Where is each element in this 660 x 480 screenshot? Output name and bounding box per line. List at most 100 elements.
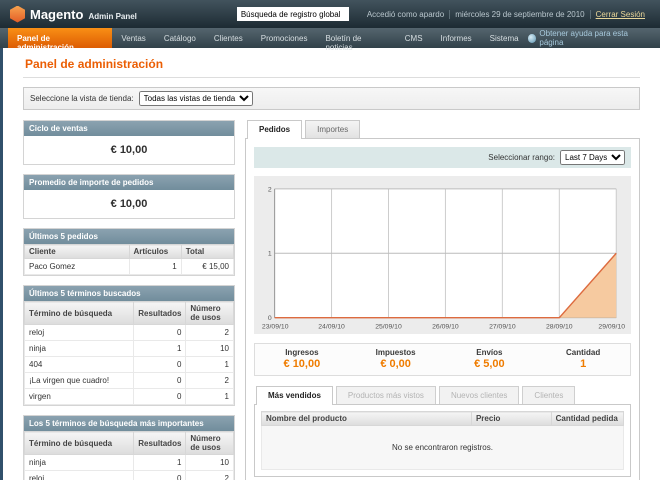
nav-item-clientes[interactable]: Clientes: [205, 28, 252, 48]
column-header: Total: [181, 245, 233, 259]
svg-text:26/09/10: 26/09/10: [432, 323, 459, 330]
table-cell: 2: [186, 373, 234, 389]
orders-area-chart: 01223/09/1024/09/1025/09/1026/09/1027/09…: [259, 183, 626, 331]
column-header: Resultados: [134, 302, 186, 325]
tab-nuevos-clientes[interactable]: Nuevos clientes: [439, 386, 519, 404]
sales-widget-title: Ciclo de ventas: [24, 121, 234, 136]
table-cell: ¡La virgen que cuadro!: [25, 373, 134, 389]
empty-row: No se encontraron registros.: [262, 426, 624, 470]
last-search-terms-title: Últimos 5 términos buscados: [24, 286, 234, 301]
magento-admin-window: Magento Admin Panel Accedió como apardo …: [0, 0, 660, 480]
top-search-terms-widget: Los 5 términos de búsqueda más important…: [23, 415, 235, 480]
last-orders-title: Últimos 5 pedidos: [24, 229, 234, 244]
help-link[interactable]: Obtener ayuda para esta página: [528, 29, 652, 47]
nav-item-catalogo[interactable]: Catálogo: [155, 28, 205, 48]
global-search-input[interactable]: [237, 7, 349, 21]
stat-envios: Envíos € 5,00: [443, 348, 537, 370]
totals-bar: Ingresos € 10,00 Impuestos € 0,00 Envíos…: [254, 343, 631, 376]
stat-cantidad: Cantidad 1: [536, 348, 630, 370]
table-cell: 1: [186, 389, 234, 405]
column-header: Término de búsqueda: [25, 432, 134, 455]
products-tabs: Más vendidos Productos más vistos Nuevos…: [254, 386, 631, 404]
stat-impuestos: Impuestos € 0,00: [349, 348, 443, 370]
tab-productos-mas-vistos[interactable]: Productos más vistos: [336, 386, 436, 404]
svg-text:0: 0: [268, 315, 272, 322]
table-cell: 2: [186, 325, 234, 341]
nav-item-boletin-de-noticias[interactable]: Boletín de noticias: [316, 28, 395, 48]
table-cell: reloj: [25, 325, 134, 341]
table-cell: 1: [134, 455, 186, 471]
table-row[interactable]: ninja110: [25, 455, 234, 471]
column-header: Cantidad pedida: [551, 412, 623, 426]
svg-text:29/09/10: 29/09/10: [598, 323, 625, 330]
average-order-widget: Promedio de importe de pedidos € 10,00: [23, 174, 235, 219]
tab-mas-vendidos[interactable]: Más vendidos: [256, 386, 333, 405]
last-orders-widget: Últimos 5 pedidos ClienteArtículosTotalP…: [23, 228, 235, 276]
svg-text:2: 2: [268, 186, 272, 193]
brand-suffix: Admin Panel: [88, 12, 136, 21]
logged-in-as: Accedió como apardo: [362, 10, 449, 19]
nav-item-panel-de-administracion[interactable]: Panel de administración: [8, 28, 112, 48]
table-row[interactable]: reloj02: [25, 325, 234, 341]
table-cell: 0: [134, 325, 186, 341]
stat-ingresos: Ingresos € 10,00: [255, 348, 349, 370]
top-search-terms-title: Los 5 términos de búsqueda más important…: [24, 416, 234, 431]
range-select[interactable]: Last 7 Days: [560, 150, 625, 165]
column-header: Precio: [471, 412, 551, 426]
table-cell: virgen: [25, 389, 134, 405]
column-header: Nombre del producto: [262, 412, 472, 426]
column-header: Resultados: [134, 432, 186, 455]
last-search-terms-table: Término de búsquedaResultadosNúmero de u…: [24, 301, 234, 405]
dashboard-sidebar: Ciclo de ventas € 10,00 Promedio de impo…: [23, 120, 235, 480]
column-header: Artículos: [129, 245, 181, 259]
table-cell: € 15,00: [181, 259, 233, 275]
store-view-select[interactable]: Todas las vistas de tienda: [139, 91, 253, 106]
dashboard-main-panel: Pedidos Importes Seleccionar rango: Last…: [245, 120, 640, 480]
column-header: Número de usos: [186, 302, 234, 325]
svg-text:1: 1: [268, 251, 272, 258]
table-row[interactable]: Paco Gomez1€ 15,00: [25, 259, 234, 275]
top-bar: Magento Admin Panel Accedió como apardo …: [0, 0, 660, 28]
empty-message: No se encontraron registros.: [262, 426, 624, 470]
table-cell: ninja: [25, 455, 134, 471]
chart-tabs: Pedidos Importes: [245, 120, 640, 138]
table-cell: 10: [186, 341, 234, 357]
nav-item-promociones[interactable]: Promociones: [252, 28, 317, 48]
table-cell: 10: [186, 455, 234, 471]
nav-item-ventas[interactable]: Ventas: [112, 28, 154, 48]
page-title: Panel de administración: [25, 57, 638, 71]
table-cell: 0: [134, 373, 186, 389]
title-divider: [23, 77, 640, 78]
nav-item-cms[interactable]: CMS: [396, 28, 432, 48]
nav-item-sistema[interactable]: Sistema: [481, 28, 528, 48]
table-row[interactable]: reloj02: [25, 471, 234, 480]
svg-text:23/09/10: 23/09/10: [262, 323, 289, 330]
nav-item-informes[interactable]: Informes: [432, 28, 481, 48]
logout-link[interactable]: Cerrar Sesión: [596, 10, 645, 19]
column-header: Cliente: [25, 245, 130, 259]
tab-clientes[interactable]: Clientes: [522, 386, 575, 404]
brand-name: Magento: [30, 7, 83, 22]
table-cell: 2: [186, 471, 234, 480]
table-row[interactable]: ¡La virgen que cuadro!02: [25, 373, 234, 389]
products-table: Nombre del productoPrecioCantidad pedida…: [261, 411, 624, 470]
range-label: Seleccionar rango:: [488, 153, 555, 162]
magento-logo-icon: [10, 6, 25, 23]
table-row[interactable]: 40401: [25, 357, 234, 373]
table-row[interactable]: virgen01: [25, 389, 234, 405]
sales-widget: Ciclo de ventas € 10,00: [23, 120, 235, 165]
average-order-widget-title: Promedio de importe de pedidos: [24, 175, 234, 190]
products-panel: Nombre del productoPrecioCantidad pedida…: [254, 404, 631, 477]
table-cell: 1: [186, 357, 234, 373]
table-row[interactable]: ninja110: [25, 341, 234, 357]
globe-help-icon: [528, 34, 537, 43]
table-cell: 404: [25, 357, 134, 373]
sales-widget-value: € 10,00: [24, 136, 234, 164]
tab-pedidos[interactable]: Pedidos: [247, 120, 302, 139]
table-cell: 1: [129, 259, 181, 275]
tab-importes[interactable]: Importes: [305, 120, 360, 138]
column-header: Término de búsqueda: [25, 302, 134, 325]
top-search-terms-table: Término de búsquedaResultadosNúmero de u…: [24, 431, 234, 480]
last-orders-table: ClienteArtículosTotalPaco Gomez1€ 15,00: [24, 244, 234, 275]
table-cell: 0: [134, 389, 186, 405]
